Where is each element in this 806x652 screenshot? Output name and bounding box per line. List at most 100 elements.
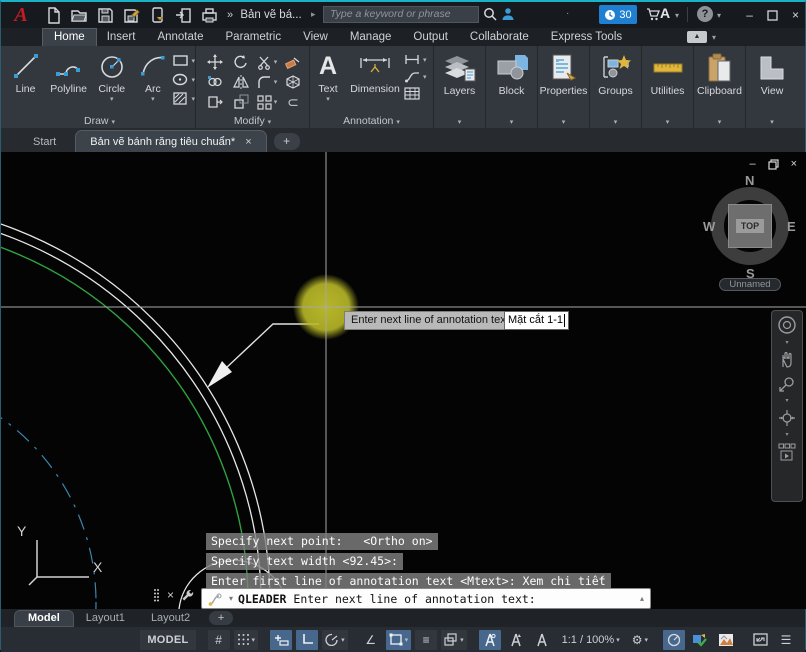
tab-home[interactable]: Home	[43, 29, 96, 46]
modify-panel-label[interactable]: Modify ▾	[196, 115, 309, 127]
navigation-bar[interactable]: ▾ ▾ ▾	[771, 310, 803, 502]
hatch-tool[interactable]: ▾	[172, 91, 195, 106]
help-chevron[interactable]: ▾	[717, 11, 721, 20]
orbit-icon[interactable]	[778, 409, 796, 427]
customize-button[interactable]: ☰	[775, 630, 797, 650]
recent-commands-icon[interactable]	[208, 592, 224, 606]
ellipse-tool[interactable]: ▾	[172, 72, 195, 87]
file-tab-drawing[interactable]: Bản vẽ bánh răng tiêu chuẩn* ×	[76, 131, 265, 152]
fillet-tool[interactable]: ▾	[257, 75, 278, 90]
dimension-button[interactable]: Dimension	[346, 46, 404, 103]
stretch-icon[interactable]	[207, 94, 223, 110]
isodraft-toggle[interactable]: ∠	[360, 630, 382, 650]
rotate-icon[interactable]	[233, 54, 249, 70]
line-button[interactable]: Line	[4, 46, 47, 106]
cart-icon[interactable]	[646, 7, 660, 21]
viewcube-view-name[interactable]: Unnamed	[719, 278, 781, 291]
dwg-close-icon[interactable]: ×	[791, 158, 797, 170]
file-tab-start[interactable]: Start	[19, 131, 70, 152]
circle-button[interactable]: Circle ▾	[90, 46, 133, 106]
move-icon[interactable]	[207, 54, 223, 70]
zoom-chevron[interactable]: ▾	[785, 399, 788, 403]
autocad-logo-icon[interactable]: A	[1, 2, 41, 28]
block-panel-chevron[interactable]: ▾	[486, 118, 537, 126]
text-chevron[interactable]: ▾	[326, 95, 330, 103]
new-layout-button[interactable]: +	[209, 611, 233, 625]
polar-tracking-toggle[interactable]: ▾	[322, 630, 348, 650]
annotation-panel-label[interactable]: Annotation ▾	[310, 115, 433, 127]
rectangle-tool[interactable]: ▾	[172, 53, 195, 68]
viewcube[interactable]: N S W E TOP Unnamed	[701, 170, 801, 290]
dwg-restore-icon[interactable]	[768, 159, 779, 170]
autodesk-app-chevron[interactable]: ▾	[675, 11, 679, 20]
panel-groups[interactable]: Groups ▾	[590, 46, 642, 128]
dwg-minimize-icon[interactable]: –	[749, 158, 755, 170]
close-button[interactable]: ×	[792, 8, 799, 22]
save-icon[interactable]	[97, 7, 114, 24]
drawing-canvas[interactable]: – × N S W E TOP Unnamed ▾ ▾ ▾	[1, 152, 806, 609]
autodesk-app-icon[interactable]: A	[660, 5, 670, 21]
command-grip-icon[interactable]	[153, 588, 160, 602]
maximize-button[interactable]	[767, 10, 778, 21]
trial-days-badge[interactable]: 30	[599, 5, 637, 24]
explode-icon[interactable]	[285, 74, 301, 90]
open-file-icon[interactable]	[71, 7, 88, 24]
tab-model[interactable]: Model	[15, 611, 73, 626]
tab-manage[interactable]: Manage	[339, 29, 403, 46]
arc-button[interactable]: Arc ▾	[133, 46, 172, 106]
search-input[interactable]: Type a keyword or phrase	[323, 6, 479, 23]
utilities-panel-chevron[interactable]: ▾	[642, 118, 693, 126]
panel-view[interactable]: View ▾	[746, 46, 798, 128]
tab-annotate[interactable]: Annotate	[146, 29, 214, 46]
lineweight-toggle[interactable]: ≡	[415, 630, 437, 650]
clipboard-panel-chevron[interactable]: ▾	[694, 118, 745, 126]
annotation-scale-button[interactable]	[531, 630, 553, 650]
panel-layers[interactable]: Layers ▾	[434, 46, 486, 128]
command-close-icon[interactable]: ×	[167, 588, 174, 602]
ucs-icon[interactable]: Y X	[7, 520, 107, 600]
viewcube-north[interactable]: N	[745, 173, 754, 188]
new-drawing-tab-button[interactable]: +	[274, 133, 300, 150]
showmotion-icon[interactable]	[778, 443, 796, 461]
recent-commands-chevron[interactable]: ▾	[229, 594, 233, 603]
navwheel-chevron[interactable]: ▾	[785, 341, 788, 345]
table-tool[interactable]	[404, 87, 427, 100]
mirror-icon[interactable]	[233, 74, 249, 90]
zoom-extents-icon[interactable]	[778, 375, 796, 393]
graphics-performance-button[interactable]	[715, 630, 737, 650]
properties-panel-chevron[interactable]: ▾	[538, 118, 589, 126]
titlebar-overflow-icon[interactable]: ·	[566, 8, 569, 19]
tab-layout2[interactable]: Layout2	[138, 611, 203, 626]
sign-in-person-icon[interactable]	[501, 7, 515, 21]
erase-icon[interactable]	[285, 54, 301, 70]
tab-layout1[interactable]: Layout1	[73, 611, 138, 626]
arc-chevron[interactable]: ▾	[151, 95, 155, 103]
array-tool[interactable]: ▾	[257, 95, 278, 110]
clean-screen-button[interactable]	[749, 630, 771, 650]
viewcube-top-face[interactable]: TOP	[728, 204, 772, 248]
panel-clipboard[interactable]: Clipboard ▾	[694, 46, 746, 128]
model-space-button[interactable]: MODEL	[140, 630, 195, 650]
annotation-text-input[interactable]: Mặt cắt 1-1	[504, 311, 569, 330]
ribbon-minimize-chevron[interactable]: ▾	[712, 33, 716, 42]
polyline-button[interactable]: Polyline	[47, 46, 90, 106]
tab-output[interactable]: Output	[402, 29, 459, 46]
panel-block[interactable]: Block ▾	[486, 46, 538, 128]
ribbon-minimize-button[interactable]: ▲	[687, 31, 707, 43]
command-expand-chevron[interactable]: ▴	[640, 594, 644, 603]
groups-panel-chevron[interactable]: ▾	[590, 118, 641, 126]
navigation-wheel-icon[interactable]	[777, 315, 797, 335]
view-panel-chevron[interactable]: ▾	[746, 118, 798, 126]
command-customize-wrench-icon[interactable]	[181, 588, 195, 602]
search-icon[interactable]	[483, 7, 497, 21]
transfer-icon[interactable]	[175, 7, 192, 24]
minimize-button[interactable]: –	[746, 8, 753, 22]
workspace-switch-button[interactable]: ⚙ ▾	[629, 630, 651, 650]
scale-icon[interactable]	[233, 94, 249, 110]
save-as-icon[interactable]	[123, 7, 140, 24]
viewcube-west[interactable]: W	[703, 219, 715, 234]
command-line[interactable]: ▾ QLEADER Enter next line of annotation …	[201, 588, 651, 609]
circle-chevron[interactable]: ▾	[110, 95, 114, 103]
linear-dim-tool[interactable]: ▾	[404, 53, 427, 66]
layers-panel-chevron[interactable]: ▾	[434, 118, 485, 126]
